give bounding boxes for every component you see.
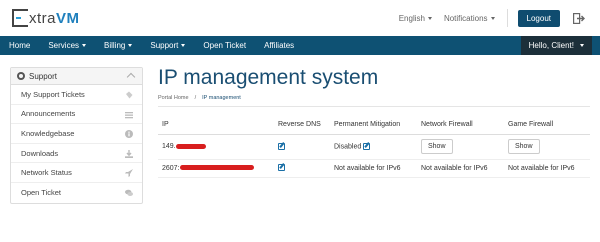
support-sidebar: Support My Support Tickets Announcements… bbox=[10, 67, 143, 204]
caret-down-icon bbox=[82, 44, 87, 47]
logo-mark-icon bbox=[12, 9, 28, 27]
rocket-icon bbox=[125, 169, 133, 178]
breadcrumb: Portal Home / IP management bbox=[158, 95, 241, 101]
logout-button[interactable]: Logout bbox=[517, 9, 560, 27]
info-icon bbox=[125, 130, 133, 139]
ip-address: 2607: bbox=[162, 164, 180, 172]
sidebar-item-network-status[interactable]: Network Status bbox=[11, 163, 142, 183]
life-ring-icon bbox=[17, 72, 25, 80]
column-header-ip: IP bbox=[158, 116, 274, 135]
sidebar-header[interactable]: Support bbox=[11, 68, 142, 85]
redaction-mark bbox=[179, 165, 254, 171]
nav-billing[interactable]: Billing bbox=[95, 36, 141, 55]
edit-icon[interactable] bbox=[363, 142, 371, 150]
network-firewall-cell: Not available for IPv6 bbox=[417, 159, 504, 178]
column-header-game-firewall: Game Firewall bbox=[504, 116, 590, 135]
caret-down-icon bbox=[427, 16, 432, 20]
game-firewall-cell: Not available for IPv6 bbox=[504, 159, 590, 178]
game-firewall-cell: Show bbox=[504, 134, 590, 160]
page-title: IP management system bbox=[158, 66, 379, 89]
comments-icon bbox=[125, 189, 133, 196]
language-dropdown[interactable]: English bbox=[399, 14, 432, 23]
ip-table: IP Reverse DNS Permanent Mitigation Netw… bbox=[158, 116, 590, 178]
nav-affiliates[interactable]: Affiliates bbox=[255, 36, 303, 55]
breadcrumb-separator: / bbox=[194, 95, 197, 101]
sign-out-icon[interactable] bbox=[570, 11, 588, 25]
ticket-icon bbox=[126, 91, 133, 99]
caret-down-icon bbox=[128, 44, 133, 47]
reverse-dns-cell bbox=[274, 159, 330, 178]
mitigation-cell: Disabled bbox=[330, 134, 417, 160]
nav-services[interactable]: Services bbox=[39, 36, 95, 55]
top-header: xtraVM English Notifications Logout bbox=[0, 0, 600, 36]
sidebar-item-downloads[interactable]: Downloads bbox=[11, 144, 142, 164]
nav-home[interactable]: Home bbox=[0, 36, 39, 55]
download-icon bbox=[125, 149, 133, 158]
sidebar-item-my-support-tickets[interactable]: My Support Tickets bbox=[11, 85, 142, 105]
column-header-permanent-mitigation: Permanent Mitigation bbox=[330, 116, 417, 135]
caret-down-icon bbox=[181, 44, 186, 47]
ip-cell: 149. bbox=[158, 134, 274, 160]
sidebar-item-announcements[interactable]: Announcements bbox=[11, 105, 142, 125]
breadcrumb-current: IP management bbox=[202, 95, 241, 101]
notifications-dropdown[interactable]: Notifications bbox=[444, 14, 495, 23]
edit-icon[interactable] bbox=[278, 142, 285, 150]
nav-support[interactable]: Support bbox=[141, 36, 194, 55]
edit-icon[interactable] bbox=[278, 164, 285, 172]
ip-cell: 2607: bbox=[158, 159, 274, 178]
caret-down-icon bbox=[490, 16, 495, 20]
breadcrumb-home[interactable]: Portal Home bbox=[158, 95, 189, 101]
game-firewall-show-button[interactable]: Show bbox=[508, 139, 540, 154]
user-menu[interactable]: Hello, Client! bbox=[520, 36, 592, 55]
table-row: 2607: Not available for IPv6 Not availab… bbox=[158, 159, 590, 178]
network-firewall-show-button[interactable]: Show bbox=[421, 139, 453, 154]
redaction-mark bbox=[175, 143, 206, 149]
reverse-dns-cell bbox=[274, 134, 330, 160]
mitigation-cell: Not available for IPv6 bbox=[330, 159, 417, 178]
table-header-row: IP Reverse DNS Permanent Mitigation Netw… bbox=[158, 116, 590, 135]
divider bbox=[506, 9, 508, 27]
sidebar-title: Support bbox=[29, 71, 58, 81]
network-firewall-cell: Show bbox=[417, 134, 504, 160]
divider bbox=[158, 106, 590, 107]
mitigation-status: Disabled bbox=[334, 143, 362, 151]
chevron-up-icon[interactable] bbox=[126, 72, 136, 82]
column-header-network-firewall: Network Firewall bbox=[417, 116, 504, 135]
brand-name: xtraVM bbox=[29, 9, 80, 27]
table-row: 149. Disabled Show Show bbox=[158, 134, 590, 160]
main-navbar: Home Services Billing Support Open Ticke… bbox=[0, 36, 600, 55]
list-icon bbox=[125, 111, 133, 118]
nav-open-ticket[interactable]: Open Ticket bbox=[194, 36, 255, 55]
ip-address: 149. bbox=[162, 143, 176, 150]
sidebar-item-knowledgebase[interactable]: Knowledgebase bbox=[11, 124, 142, 144]
sidebar-item-open-ticket[interactable]: Open Ticket bbox=[11, 183, 142, 203]
column-header-reverse-dns: Reverse DNS bbox=[274, 116, 330, 135]
caret-down-icon bbox=[580, 44, 584, 47]
brand-logo[interactable]: xtraVM bbox=[12, 8, 80, 28]
